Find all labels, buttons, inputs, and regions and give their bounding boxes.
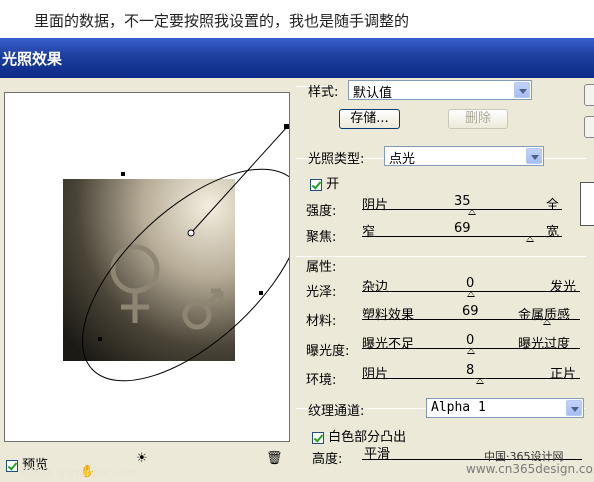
gloss-left-label: 杂边: [362, 280, 389, 295]
exposure-label: 曝光度:: [306, 344, 350, 359]
exposure-slider-thumb[interactable]: [467, 348, 475, 354]
intensity-slider-thumb[interactable]: [468, 209, 476, 215]
material-left-label: 塑料效果: [362, 308, 415, 323]
light-on-checkbox[interactable]: [310, 178, 322, 191]
cancel-button[interactable]: [584, 116, 594, 138]
white-high-checkbox[interactable]: [312, 431, 324, 444]
intensity-label: 强度:: [306, 204, 337, 219]
lighting-effects-dialog: 预览 ☀ 🗑 ✋ 昵图网 www.nipic.com 样式: 默认值 存储...…: [0, 78, 594, 482]
preview-image: [63, 179, 235, 361]
intensity-right-label: 全: [546, 198, 560, 213]
ok-button[interactable]: [584, 84, 594, 106]
texture-channel-label: 纹理通道:: [308, 404, 365, 419]
light-center-handle: [187, 229, 195, 237]
window-title: 光照效果: [2, 50, 63, 68]
material-slider-thumb[interactable]: [543, 319, 552, 325]
caption-text: 里面的数据，不一定要按照我设置的，我也是随手调整的: [34, 12, 410, 30]
light-on-toggle[interactable]: 开: [310, 173, 339, 192]
direction-handle: [284, 124, 289, 129]
cn365-watermark-url: www.cn365design.com: [466, 462, 594, 476]
gloss-right-label: 发光: [550, 280, 577, 295]
exposure-value: 0: [466, 333, 475, 348]
exposure-right-label: 曝光过度: [518, 337, 571, 352]
properties-group-line: [296, 256, 586, 257]
exposure-left-label: 曝光不足: [362, 337, 415, 352]
gloss-slider-thumb[interactable]: [467, 291, 475, 297]
chevron-down-icon: [566, 400, 582, 416]
intensity-value: 35: [454, 194, 471, 209]
style-dropdown[interactable]: 默认值: [348, 80, 532, 101]
chevron-down-icon: [526, 148, 542, 164]
material-label: 材料:: [306, 314, 337, 329]
ambience-slider-thumb[interactable]: [475, 378, 484, 384]
window-titlebar[interactable]: 光照效果: [0, 38, 594, 78]
height-label: 高度:: [312, 452, 343, 467]
ambience-value: 8: [466, 363, 475, 378]
intensity-left-label: 阴片: [362, 198, 389, 213]
ambience-left-label: 阴片: [362, 367, 389, 382]
style-label: 样式:: [308, 85, 339, 100]
gloss-value: 0: [466, 276, 475, 291]
material-value: 69: [462, 304, 479, 319]
gloss-label: 光泽:: [306, 285, 337, 300]
ambience-label: 环境:: [306, 373, 337, 388]
light-type-dropdown[interactable]: 点光: [384, 146, 544, 167]
texture-channel-dropdown[interactable]: Alpha 1: [426, 398, 584, 418]
intensity-slider[interactable]: [362, 209, 562, 210]
nipic-watermark: 昵图网 www.nipic.com: [20, 466, 140, 479]
properties-label: 属性:: [306, 260, 337, 275]
focus-label: 聚焦:: [306, 230, 337, 245]
focus-value: 69: [454, 221, 471, 236]
preview-checkbox[interactable]: [6, 459, 18, 472]
save-button[interactable]: 存储...: [339, 109, 400, 129]
preview-canvas[interactable]: [4, 92, 290, 442]
focus-slider-thumb[interactable]: [526, 236, 534, 242]
light-color-swatch[interactable]: [580, 182, 594, 226]
focus-left-label: 窄: [362, 225, 376, 240]
trash-icon[interactable]: 🗑: [266, 451, 283, 466]
ambience-right-label: 正片: [550, 367, 577, 382]
delete-button[interactable]: 删除: [448, 109, 508, 129]
chevron-down-icon: [514, 82, 530, 98]
white-high-toggle[interactable]: 白色部分凸出: [312, 426, 406, 445]
light-type-label: 光照类型:: [308, 152, 365, 167]
ambience-slider[interactable]: [362, 378, 580, 379]
focus-right-label: 宽: [546, 225, 560, 240]
